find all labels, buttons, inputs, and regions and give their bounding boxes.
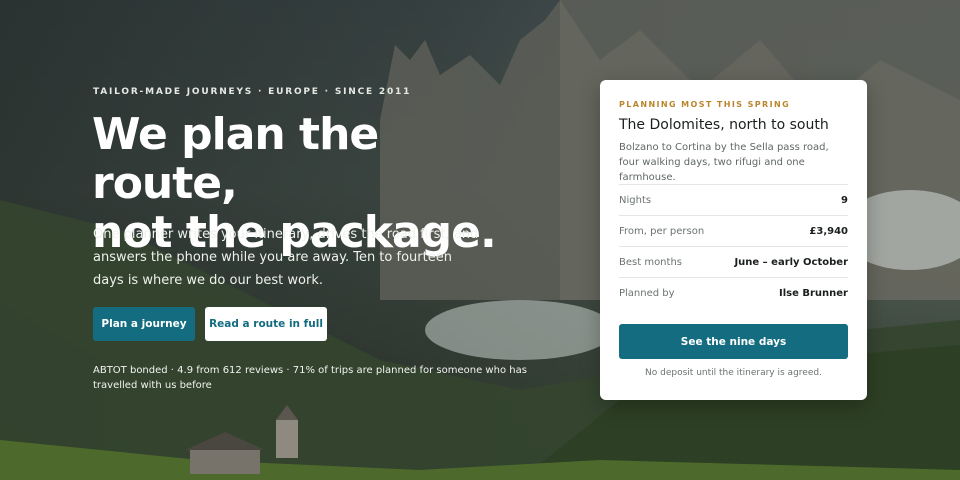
spec-row-nights: Nights 9 (619, 184, 848, 215)
featured-route-card: PLANNING MOST THIS SPRING The Dolomites,… (600, 80, 867, 400)
spec-value: 9 (841, 194, 848, 206)
hero-lede: One planner writes your itinerary, drive… (93, 227, 479, 288)
card-eyebrow: PLANNING MOST THIS SPRING (619, 100, 791, 109)
spec-value: £3,940 (809, 225, 848, 237)
headline-line-1: We plan the route, (92, 109, 379, 209)
spec-label: Nights (619, 194, 652, 206)
spec-label: Planned by (619, 287, 675, 299)
see-nine-days-button[interactable]: See the nine days (619, 324, 848, 359)
spec-row-best-months: Best months June – early October (619, 246, 848, 277)
social-proof-text: ABTOT bonded · 4.9 from 612 reviews · 71… (93, 365, 527, 391)
card-title: The Dolomites, north to south (619, 117, 829, 133)
hero-eyebrow: TAILOR-MADE JOURNEYS · EUROPE · SINCE 20… (93, 87, 412, 97)
spec-row-price: From, per person £3,940 (619, 215, 848, 246)
plan-journey-button[interactable]: Plan a journey (93, 307, 195, 341)
spec-value: June – early October (734, 256, 848, 268)
card-description: Bolzano to Cortina by the Sella pass roa… (619, 142, 829, 183)
spec-label: Best months (619, 256, 682, 268)
read-route-button[interactable]: Read a route in full (205, 307, 327, 341)
deposit-note: No deposit until the itinerary is agreed… (645, 368, 822, 378)
spec-label: From, per person (619, 225, 705, 237)
spec-row-planner: Planned by Ilse Brunner (619, 277, 848, 308)
spec-value: Ilse Brunner (779, 287, 848, 299)
